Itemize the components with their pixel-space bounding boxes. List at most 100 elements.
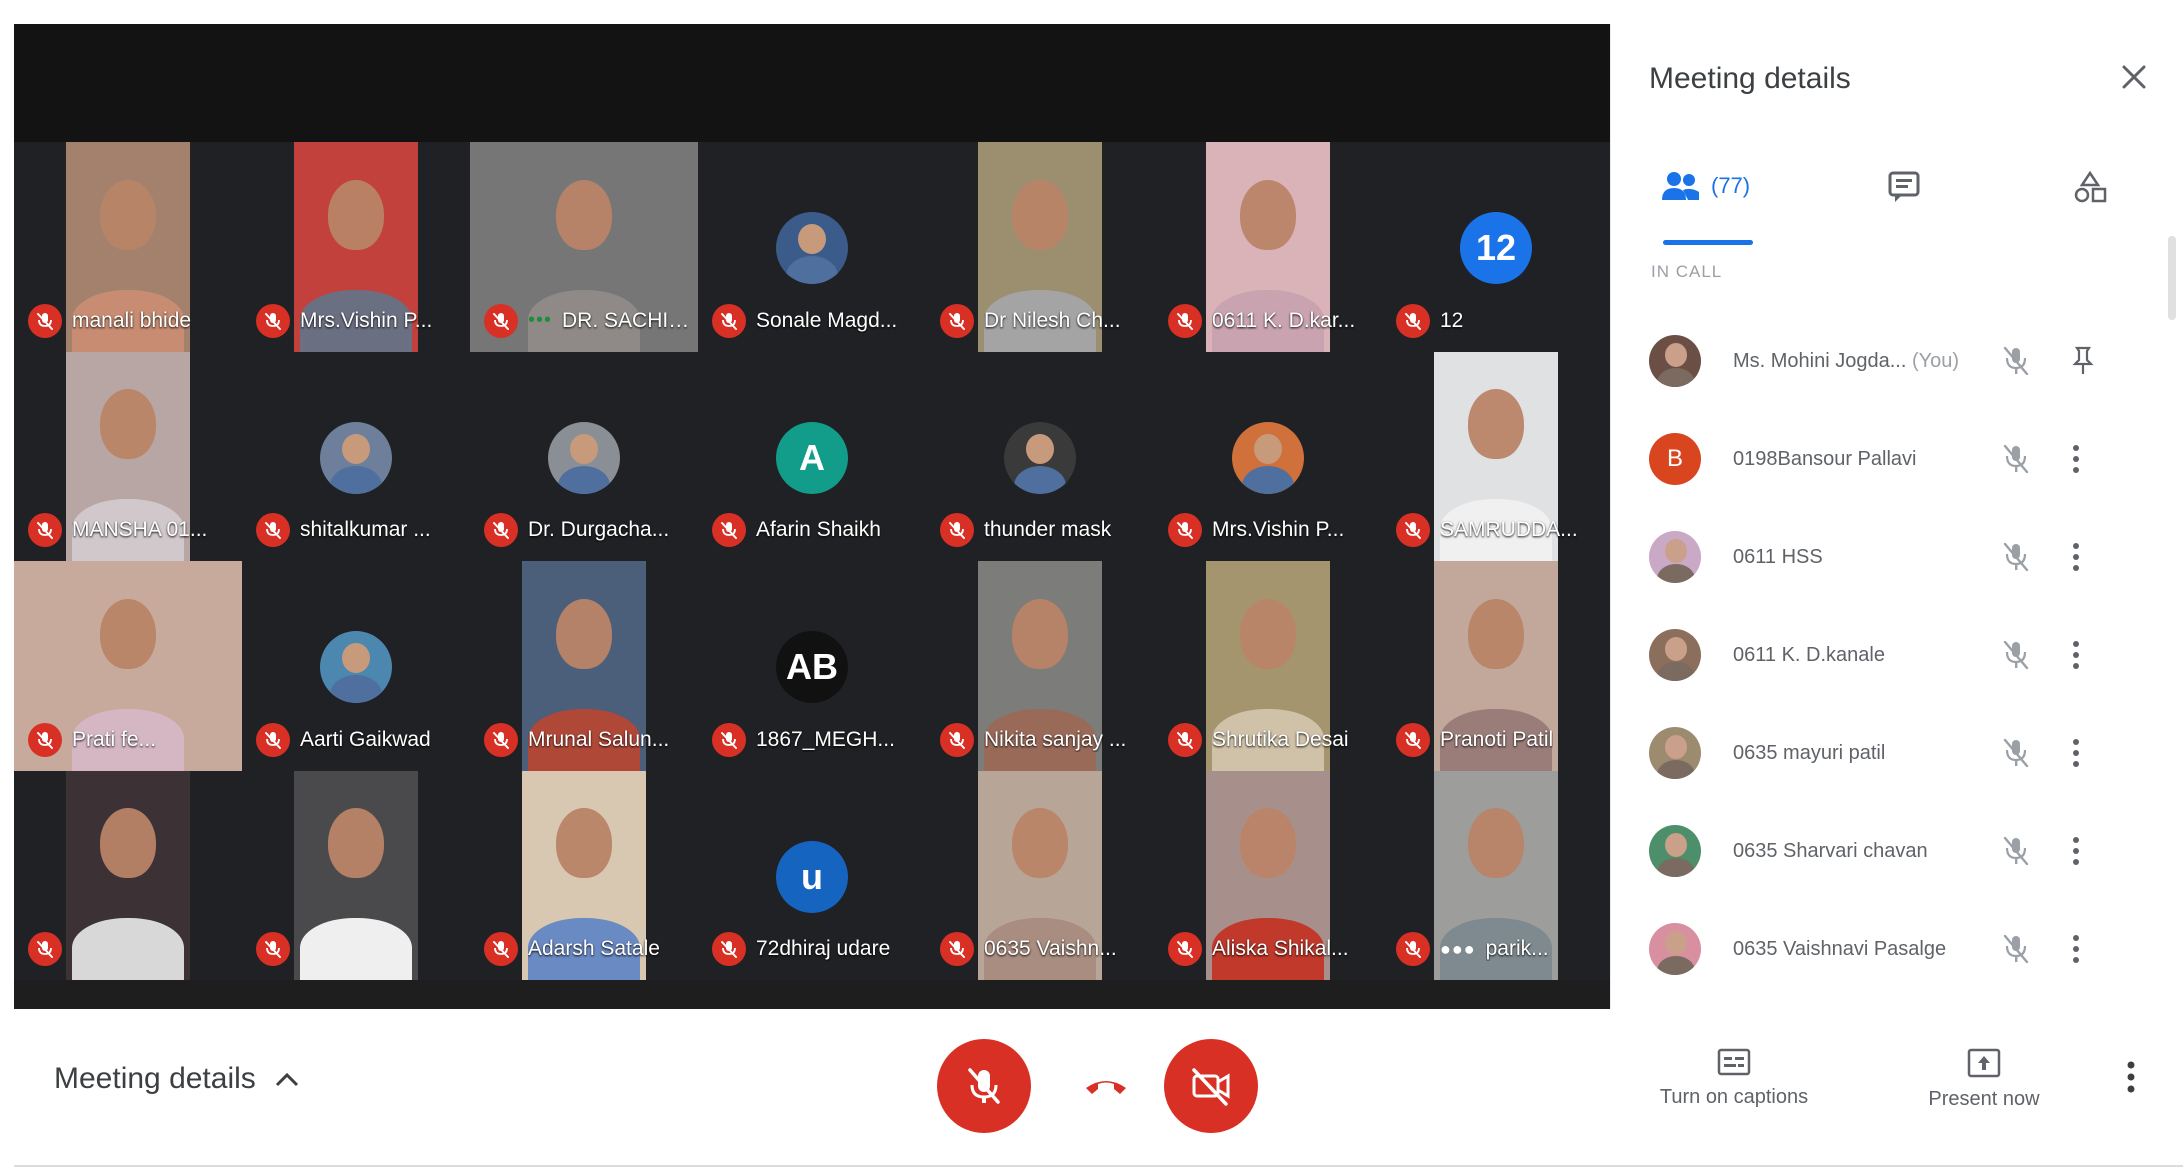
people-list-item[interactable]: 0611 HSS — [1649, 522, 2149, 592]
meeting-details-toggle[interactable]: Meeting details — [54, 1062, 300, 1096]
speaking-indicator-icon: ••• — [528, 309, 553, 331]
avatar — [1649, 531, 1701, 583]
participant-tile[interactable]: Prati fe... — [14, 561, 242, 771]
person-name: 0611 K. D.kanale — [1733, 644, 2003, 667]
participant-name: parik... — [1485, 937, 1549, 960]
participant-label: Sonale Magd... — [712, 303, 920, 338]
participant-tile[interactable]: Mrs.Vishin P... — [242, 142, 470, 352]
participant-label: MANSHA 01... — [28, 513, 236, 547]
participant-tile[interactable]: Aliska Shikal... — [1154, 770, 1382, 980]
participant-tile[interactable]: SAMRUDDA... — [1382, 351, 1610, 561]
participant-name: 1867_MEGH... — [756, 727, 895, 751]
camera-toggle-button[interactable] — [1164, 1039, 1258, 1133]
present-now-button[interactable]: Present now — [1884, 1048, 2084, 1111]
more-options-icon[interactable] — [2126, 1060, 2136, 1099]
people-list-item[interactable]: 0635 mayuri patil — [1649, 718, 2149, 788]
mic-off-icon — [484, 513, 518, 547]
participant-tile[interactable]: A Afarin Shaikh — [698, 351, 926, 561]
participant-name: DR. SACHIN... — [562, 308, 692, 332]
tab-people[interactable]: (77) — [1661, 170, 1750, 202]
mic-off-icon — [1168, 513, 1202, 547]
mic-off-icon — [1168, 932, 1202, 966]
participant-tile[interactable]: Mrs.Vishin P... — [1154, 351, 1382, 561]
people-list-item[interactable]: B 0198Bansour Pallavi — [1649, 424, 2149, 494]
more-options-icon[interactable] — [2071, 639, 2081, 676]
participant-tile[interactable]: Pranoti Patil — [1382, 561, 1610, 771]
person-name-text: Ms. Mohini Jogda... — [1733, 349, 1907, 372]
participant-name: SAMRUDDA... — [1440, 518, 1578, 541]
people-list-item[interactable]: 0635 Vaishnavi Pasalge — [1649, 914, 2149, 984]
close-icon[interactable] — [2119, 62, 2149, 97]
present-icon — [1967, 1048, 2001, 1078]
participant-label: Nikita sanjay ... — [940, 722, 1148, 757]
more-options-icon[interactable] — [2071, 933, 2081, 970]
participant-avatar: 12 — [1460, 212, 1532, 284]
more-options-icon[interactable] — [2071, 737, 2081, 774]
mic-off-icon — [940, 932, 974, 966]
participant-tile[interactable]: 0611 K. D.kar... — [1154, 142, 1382, 352]
chat-icon — [1888, 171, 1920, 202]
participant-tile[interactable]: Shrutika Desai — [1154, 561, 1382, 771]
participant-avatar: AB — [776, 631, 848, 703]
participant-tile[interactable]: Nikita sanjay ... — [926, 561, 1154, 771]
pin-icon[interactable] — [2071, 345, 2095, 382]
participant-tile[interactable]: Mrunal Salun... — [470, 561, 698, 771]
participant-tile[interactable]: thunder mask — [926, 351, 1154, 561]
participant-tile[interactable]: manali bhide — [14, 142, 242, 352]
avatar — [1649, 825, 1701, 877]
leave-call-button[interactable] — [1084, 1066, 1128, 1106]
participant-label: Dr. Durgacha... — [484, 513, 692, 547]
avatar — [1649, 923, 1701, 975]
participant-tile[interactable]: Aarti Gaikwad — [242, 561, 470, 771]
hangup-icon — [1086, 1081, 1126, 1094]
more-options-icon[interactable] — [2071, 541, 2081, 578]
participant-tile[interactable]: ••• DR. SACHIN... — [470, 142, 698, 352]
captions-button[interactable]: Turn on captions — [1634, 1048, 1834, 1109]
participant-tile[interactable]: Adarsh Satale — [470, 770, 698, 980]
mic-toggle-button[interactable] — [937, 1039, 1031, 1133]
participant-tile[interactable]: 0635 Vaishn... — [926, 770, 1154, 980]
participant-tile[interactable]: 12 12 — [1382, 142, 1610, 352]
participant-name: Afarin Shaikh — [756, 518, 881, 541]
participant-tile[interactable]: Dr. Durgacha... — [470, 351, 698, 561]
participant-tile[interactable] — [242, 770, 470, 980]
tab-activities[interactable] — [2073, 170, 2107, 204]
person-name: 0635 mayuri patil — [1733, 742, 2003, 765]
participant-tile[interactable]: u 72dhiraj udare — [698, 770, 926, 980]
mic-off-icon — [1396, 722, 1430, 757]
people-icon — [1662, 172, 1699, 200]
active-tab-indicator — [1663, 240, 1753, 245]
more-options-icon[interactable] — [2071, 835, 2081, 872]
people-list-item[interactable]: Ms. Mohini Jogda... (You) — [1649, 326, 2149, 396]
person-name: 0198Bansour Pallavi — [1733, 448, 2003, 471]
person-name-text: 0611 HSS — [1733, 545, 1823, 568]
panel-scrollbar[interactable] — [2168, 236, 2176, 320]
participant-label: 12 — [1396, 303, 1604, 338]
participant-tile[interactable]: MANSHA 01... — [14, 351, 242, 561]
participant-tile[interactable]: AB 1867_MEGH... — [698, 561, 926, 771]
mic-off-icon — [2001, 541, 2031, 578]
panel-title: Meeting details — [1649, 62, 1851, 95]
participant-tile[interactable]: Sonale Magd... — [698, 142, 926, 352]
captions-label: Turn on captions — [1659, 1086, 1809, 1108]
participant-name: 0635 Vaishn... — [984, 937, 1117, 960]
participant-label: Aarti Gaikwad — [256, 722, 464, 757]
participant-name: Adarsh Satale — [528, 937, 660, 960]
more-options-icon[interactable] — [2071, 443, 2081, 480]
participant-name: manali bhide — [72, 308, 192, 332]
participant-tile[interactable]: Dr Nilesh Ch... — [926, 142, 1154, 352]
mic-off-icon — [2001, 345, 2031, 382]
avatar — [1649, 629, 1701, 681]
participant-name: Mrunal Salun... — [528, 727, 670, 751]
people-list-item[interactable]: 0635 Sharvari chavan — [1649, 816, 2149, 886]
participant-name: Aarti Gaikwad — [300, 727, 431, 751]
mic-off-icon — [256, 513, 290, 547]
participant-tile[interactable]: ●●● parik... — [1382, 770, 1610, 980]
people-list-item[interactable]: 0611 K. D.kanale — [1649, 620, 2149, 690]
mic-off-icon — [256, 722, 290, 757]
participant-tile[interactable]: shitalkumar ... — [242, 351, 470, 561]
tab-chat[interactable] — [1887, 170, 1921, 204]
participant-avatar — [1004, 421, 1076, 494]
captions-icon — [1717, 1048, 1751, 1076]
participant-tile[interactable] — [14, 770, 242, 980]
